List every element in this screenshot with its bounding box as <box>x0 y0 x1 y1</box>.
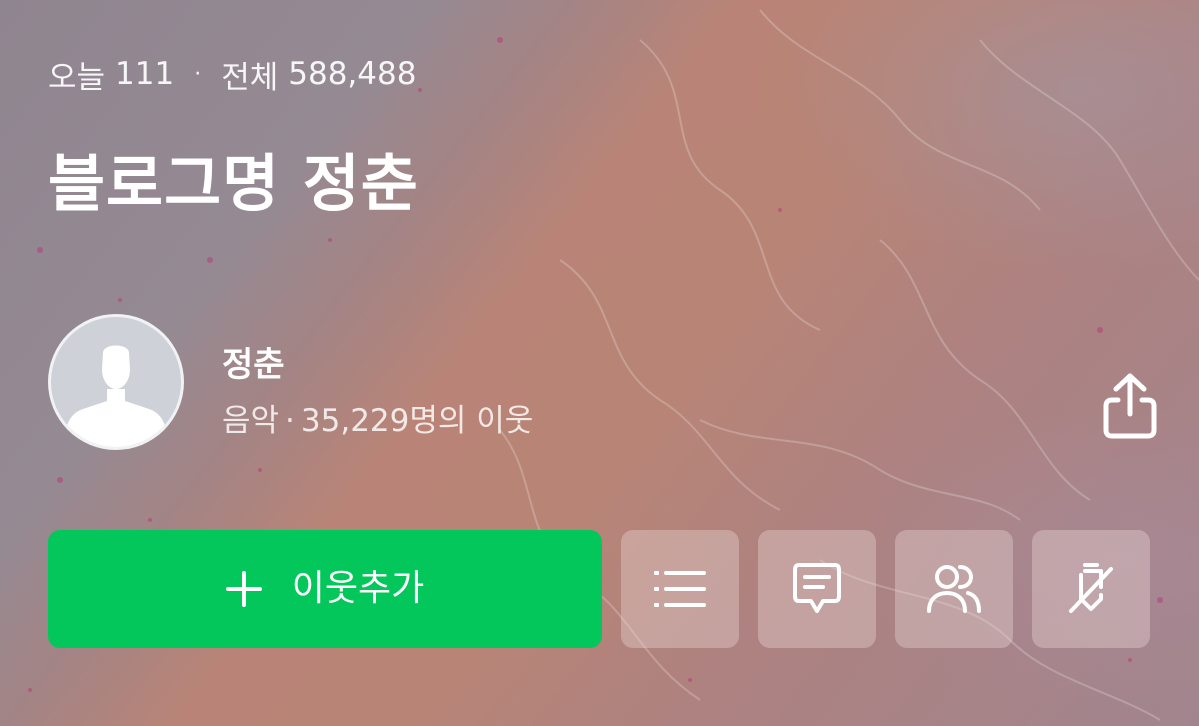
people-icon <box>927 565 981 613</box>
avatar[interactable] <box>48 314 184 450</box>
profile-name[interactable]: 정춘 <box>222 340 285 390</box>
neighbors-button[interactable] <box>895 530 1013 648</box>
stats-separator: · <box>194 61 202 87</box>
visitor-stats: 오늘 111 · 전체 588,488 <box>48 52 416 96</box>
blog-title[interactable]: 블로그명 정춘 <box>48 136 419 232</box>
list-icon <box>654 571 706 607</box>
share-icon <box>1103 373 1157 439</box>
today-count: 111 <box>115 56 175 92</box>
total-count: 588,488 <box>288 56 417 92</box>
plus-icon <box>225 571 262 607</box>
add-neighbor-button[interactable]: 이웃추가 <box>48 530 602 648</box>
neighbor-count: 35,229명의 이웃 <box>300 403 534 439</box>
guestbook-button[interactable] <box>758 530 876 648</box>
blog-header: 오늘 111 · 전체 588,488 블로그명 정춘 정춘 음악 · 35,229… <box>0 0 1199 726</box>
today-label: 오늘 <box>48 59 106 96</box>
comment-icon <box>793 563 841 613</box>
add-neighbor-label: 이웃추가 <box>291 568 425 609</box>
profile-meta: 음악 · 35,229명의 이웃 <box>222 398 533 444</box>
default-avatar-icon <box>63 345 169 447</box>
profile-category: 음악 <box>222 403 280 439</box>
meta-separator: · <box>285 403 295 439</box>
write-disabled-button[interactable] <box>1032 530 1150 648</box>
post-list-button[interactable] <box>621 530 739 648</box>
pen-off-icon <box>1069 563 1113 613</box>
total-label: 전체 <box>221 59 279 96</box>
share-button[interactable] <box>1096 370 1164 442</box>
